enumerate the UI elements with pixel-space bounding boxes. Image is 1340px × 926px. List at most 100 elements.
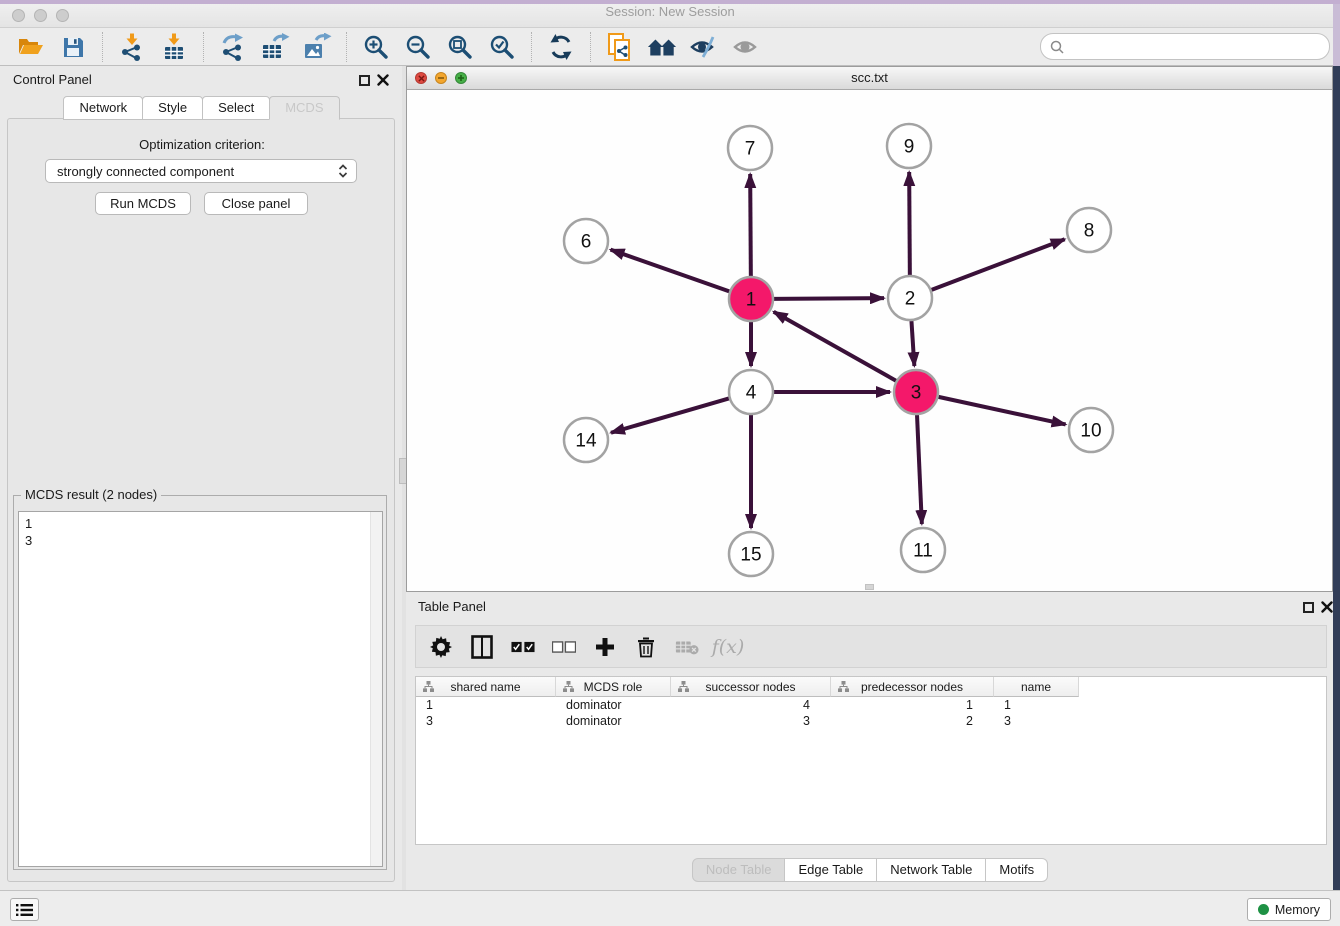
tab-edge-table[interactable]: Edge Table [784, 858, 877, 882]
edge-1-2[interactable] [774, 298, 884, 299]
tab-network-table[interactable]: Network Table [876, 858, 986, 882]
zoom-selected-icon[interactable] [487, 32, 517, 62]
select-all-icon[interactable] [511, 634, 535, 660]
stepper-arrows-icon [338, 163, 348, 179]
desktop-edge [1333, 66, 1340, 890]
edge-3-10[interactable] [938, 397, 1065, 425]
cell-name[interactable]: 1 [994, 697, 1079, 713]
optimization-criterion-label: Optimization criterion: [8, 137, 396, 152]
edge-1-7[interactable] [750, 174, 751, 276]
export-table-icon[interactable] [260, 32, 290, 62]
memory-button[interactable]: Memory [1247, 898, 1331, 921]
window-title: Session: New Session [0, 4, 1340, 19]
column-type-icon [838, 681, 849, 695]
network-canvas[interactable]: 7968124314101511 [407, 90, 1332, 591]
import-table-icon[interactable] [159, 32, 189, 62]
tab-select[interactable]: Select [202, 96, 270, 120]
network-title: scc.txt [407, 70, 1332, 85]
edge-3-1[interactable] [774, 312, 896, 381]
clone-network-icon[interactable] [605, 32, 635, 62]
zoom-out-icon[interactable] [403, 32, 433, 62]
tab-style[interactable]: Style [142, 96, 203, 120]
optimization-criterion-select[interactable]: strongly connected component [45, 159, 357, 183]
node-label-15: 15 [740, 545, 761, 566]
cell-predecessor-nodes[interactable]: 2 [831, 713, 994, 729]
cell-successor-nodes[interactable]: 4 [671, 697, 831, 713]
cell-mcds-role[interactable]: dominator [556, 713, 671, 729]
node-label-8: 8 [1084, 221, 1095, 242]
status-bar: Memory [0, 890, 1340, 926]
cell-shared-name[interactable]: 1 [416, 697, 556, 713]
zoom-fit-icon[interactable] [445, 32, 475, 62]
float-table-panel-icon[interactable] [1303, 602, 1314, 613]
close-panel-button[interactable]: Close panel [204, 192, 308, 215]
memory-status-icon [1258, 904, 1269, 915]
edge-2-8[interactable] [932, 239, 1065, 290]
table-row[interactable]: 1 dominator 4 1 1 [416, 697, 1326, 713]
edge-3-11[interactable] [917, 415, 922, 524]
cell-predecessor-nodes[interactable]: 1 [831, 697, 994, 713]
refresh-layout-icon[interactable] [546, 32, 576, 62]
cell-name[interactable]: 3 [994, 713, 1079, 729]
memory-label: Memory [1275, 903, 1320, 917]
open-session-icon[interactable] [16, 32, 46, 62]
column-type-icon [563, 681, 574, 695]
network-view-window: scc.txt 7968124314101511 [406, 66, 1333, 592]
delete-column-trash-icon[interactable] [634, 634, 658, 660]
search-field[interactable] [1069, 39, 1329, 54]
edge-1-6[interactable] [611, 250, 730, 292]
toolbar-separator [346, 32, 347, 62]
mcds-result-box[interactable]: 13 [18, 511, 383, 867]
hide-selected-icon[interactable] [689, 32, 719, 62]
result-scrollbar[interactable] [370, 512, 382, 866]
mcds-result-lines: 13 [25, 515, 32, 549]
column-selector-icon[interactable] [470, 634, 494, 660]
desktop-edge [1333, 4, 1340, 66]
cell-successor-nodes[interactable]: 3 [671, 713, 831, 729]
node-label-9: 9 [904, 137, 915, 158]
column-header-shared-name[interactable]: shared name [416, 677, 556, 697]
export-image-icon[interactable] [302, 32, 332, 62]
cell-shared-name[interactable]: 3 [416, 713, 556, 729]
function-builder-icon: f(x) [716, 634, 740, 660]
close-panel-icon[interactable] [377, 74, 389, 86]
save-session-icon[interactable] [58, 32, 88, 62]
float-panel-icon[interactable] [359, 75, 370, 86]
import-network-icon[interactable] [117, 32, 147, 62]
node-label-7: 7 [745, 139, 756, 160]
canvas-resize-handle[interactable] [865, 584, 874, 590]
zoom-in-icon[interactable] [361, 32, 391, 62]
tab-motifs[interactable]: Motifs [985, 858, 1048, 882]
table-settings-gear-icon[interactable] [429, 634, 453, 660]
show-all-icon[interactable] [731, 32, 761, 62]
deselect-all-icon[interactable] [552, 634, 576, 660]
node-table[interactable]: shared name MCDS role successor nodes pr… [415, 676, 1327, 845]
search-input[interactable] [1040, 33, 1330, 60]
column-header-successor-nodes[interactable]: successor nodes [671, 677, 831, 697]
column-header-name[interactable]: name [994, 677, 1079, 697]
run-mcds-button[interactable]: Run MCDS [95, 192, 191, 215]
task-history-button[interactable] [10, 898, 39, 921]
node-label-10: 10 [1080, 421, 1101, 442]
edge-2-3[interactable] [911, 321, 914, 366]
add-column-icon[interactable] [593, 634, 617, 660]
network-window-titlebar: scc.txt [407, 67, 1332, 90]
control-panel-tabs: Network Style Select MCDS [0, 96, 402, 120]
mcds-result-group: MCDS result (2 nodes) 13 [13, 495, 387, 870]
tab-network[interactable]: Network [63, 96, 143, 120]
column-header-mcds-role[interactable]: MCDS role [556, 677, 671, 697]
table-row[interactable]: 3 dominator 3 2 3 [416, 713, 1326, 729]
close-table-panel-icon[interactable] [1321, 601, 1333, 613]
edge-4-14[interactable] [611, 398, 729, 432]
column-header-predecessor-nodes[interactable]: predecessor nodes [831, 677, 994, 697]
edge-2-9[interactable] [909, 172, 910, 275]
cell-mcds-role[interactable]: dominator [556, 697, 671, 713]
tab-node-table[interactable]: Node Table [692, 858, 786, 882]
tab-mcds[interactable]: MCDS [269, 96, 339, 120]
node-label-4: 4 [746, 383, 757, 404]
node-label-2: 2 [905, 289, 916, 310]
node-label-11: 11 [913, 541, 933, 562]
export-network-icon[interactable] [218, 32, 248, 62]
network-graph[interactable]: 7968124314101511 [407, 90, 1332, 591]
home-icon[interactable] [647, 32, 677, 62]
